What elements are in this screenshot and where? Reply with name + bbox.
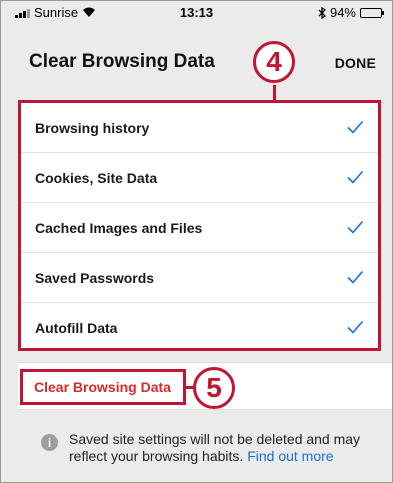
page-title: Clear Browsing Data bbox=[29, 51, 215, 72]
battery-percent: 94% bbox=[329, 5, 356, 20]
clear-browsing-data-button[interactable]: Clear Browsing Data bbox=[20, 369, 186, 405]
checkmark-icon bbox=[347, 270, 364, 284]
info-text: Saved site settings will not be deleted … bbox=[69, 431, 369, 465]
option-label: Cookies, Site Data bbox=[35, 169, 158, 186]
callout-badge: 5 bbox=[193, 367, 235, 409]
done-button[interactable]: DONE bbox=[335, 55, 376, 71]
option-row[interactable]: Saved Passwords bbox=[21, 252, 378, 302]
battery-group: 94% bbox=[318, 5, 384, 20]
option-row[interactable]: Cached Images and Files bbox=[21, 202, 378, 252]
option-row[interactable]: Autofill Data bbox=[21, 302, 378, 352]
info-icon: i bbox=[41, 434, 58, 451]
option-label: Cached Images and Files bbox=[35, 219, 203, 236]
checkmark-icon bbox=[347, 170, 364, 184]
checkmark-icon bbox=[347, 320, 364, 334]
bluetooth-icon bbox=[318, 6, 326, 19]
callout-connector bbox=[273, 85, 276, 101]
option-label: Autofill Data bbox=[35, 319, 118, 336]
screen: Sunrise 13:13 94% Clear Browsing Data DO… bbox=[0, 0, 393, 483]
checkmark-icon bbox=[347, 120, 364, 134]
status-bar: Sunrise 13:13 94% bbox=[1, 1, 392, 23]
callout-badge: 4 bbox=[253, 41, 295, 83]
battery-icon bbox=[360, 7, 384, 18]
option-label: Saved Passwords bbox=[35, 269, 155, 286]
checkmark-icon bbox=[347, 220, 364, 234]
find-out-more-link[interactable]: Find out more bbox=[247, 448, 333, 464]
option-row[interactable]: Browsing history bbox=[21, 103, 378, 152]
option-row[interactable]: Cookies, Site Data bbox=[21, 152, 378, 202]
data-type-list: Browsing history Cookies, Site Data Cach… bbox=[18, 100, 381, 351]
option-label: Browsing history bbox=[35, 119, 150, 136]
